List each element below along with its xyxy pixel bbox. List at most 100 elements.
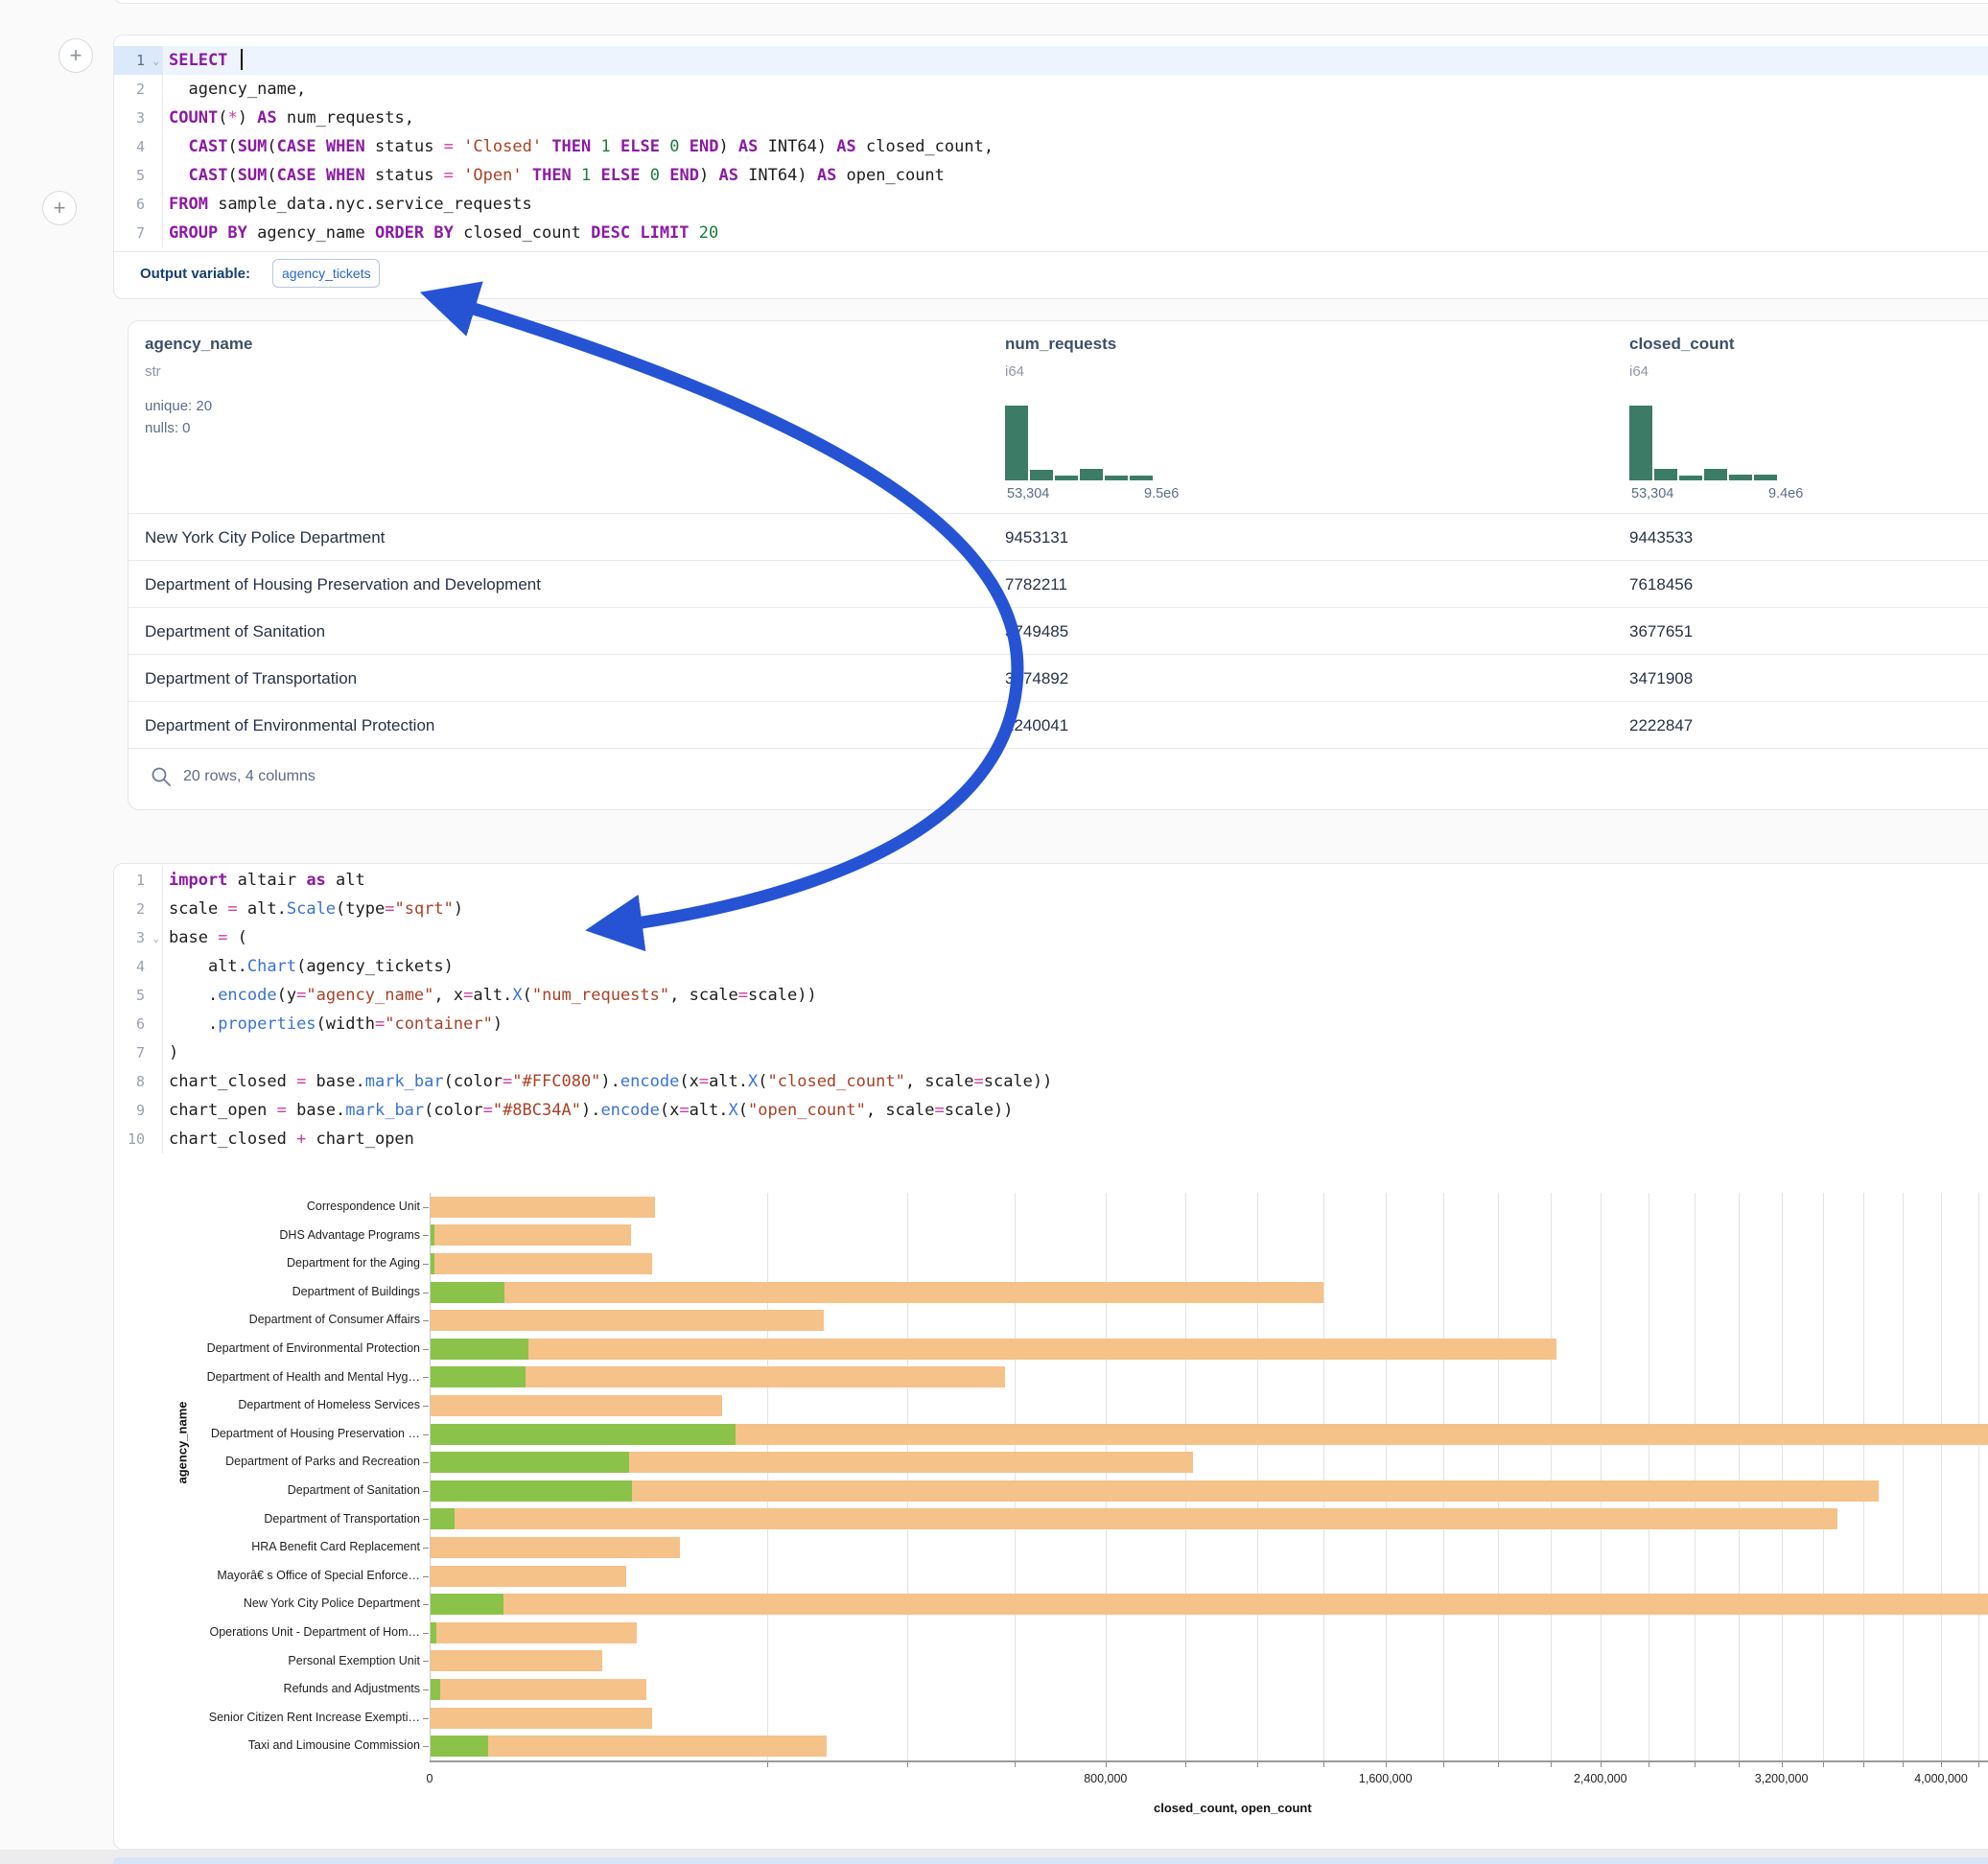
gridline [1443,1193,1444,1760]
code-line[interactable]: 3⌄base = ( [114,923,1988,952]
code-line[interactable]: 1import altair as alt [114,866,1988,895]
code-text: GROUP BY agency_name ORDER BY closed_cou… [169,219,718,247]
histogram-bar [1080,469,1103,480]
x-tick [1551,1761,1552,1767]
code-line[interactable]: 2 agency_name, [114,75,1988,104]
code-line[interactable]: 2scale = alt.Scale(type="sqrt") [114,895,1988,923]
y-tick [423,1633,429,1634]
x-tick [1498,1761,1499,1767]
bar-open-count [430,1452,629,1473]
line-number[interactable]: 4 [114,132,162,161]
x-tick-label: 4,000,000 [1883,1772,1988,1785]
code-line[interactable]: 5 .encode(y="agency_name", x=alt.X("num_… [114,981,1988,1010]
table-footer: 20 rows, 4 columns [129,748,1988,811]
y-axis-title: agency_name [175,1402,190,1484]
output-variable-label: Output variable: [140,266,250,282]
sql-code-editor[interactable]: 1⌄SELECT 2 agency_name,3COUNT(*) AS num_… [114,46,1988,247]
y-tick [423,1661,429,1662]
line-number[interactable]: 10 [114,1125,162,1153]
code-text: alt.Chart(agency_tickets) [169,952,454,981]
code-line[interactable]: 6FROM sample_data.nyc.service_requests [114,190,1988,219]
column-stat: nulls: 0 [145,420,191,436]
code-line[interactable]: 10chart_closed + chart_open [114,1125,1988,1153]
line-number[interactable]: 5 [114,981,162,1010]
sql-cell[interactable]: 1⌄SELECT 2 agency_name,3COUNT(*) AS num_… [113,35,1988,299]
line-number[interactable]: 7 [114,219,162,247]
bar-open-count [430,1736,488,1757]
add-cell-button-top[interactable]: + [58,38,93,73]
python-code-editor[interactable]: 1import altair as alt2scale = alt.Scale(… [114,866,1988,1153]
code-line[interactable]: 3COUNT(*) AS num_requests, [114,104,1988,132]
gridline [1601,1193,1602,1760]
line-number[interactable]: 3 [114,104,162,132]
code-line[interactable]: 9chart_open = base.mark_bar(color="#8BC3… [114,1096,1988,1125]
table-row[interactable]: New York City Police Department945313194… [129,513,1988,561]
code-line[interactable]: 4 CAST(SUM(CASE WHEN status = 'Closed' T… [114,132,1988,161]
column-header[interactable]: agency_name [145,335,252,354]
y-category-label: New York City Police Department [132,1590,420,1619]
line-number[interactable]: 2 [114,75,162,104]
histogram-bar [1055,476,1078,480]
fold-chevron-icon[interactable]: ⌄ [152,924,159,953]
line-number[interactable]: 4 [114,952,162,981]
bar-closed-count [430,1480,1879,1502]
code-line[interactable]: 6 .properties(width="container") [114,1010,1988,1038]
table-cell: 3677651 [1629,608,1693,655]
y-tick [423,1576,429,1577]
code-line[interactable]: 7GROUP BY agency_name ORDER BY closed_co… [114,219,1988,247]
column-header[interactable]: closed_count [1629,335,1735,354]
bar-closed-count [430,1253,652,1274]
line-number[interactable]: 8 [114,1067,162,1096]
column-header[interactable]: num_requests [1005,335,1116,354]
line-number[interactable]: 1 [114,866,162,895]
bar-closed-count [430,1310,824,1331]
gridline [1782,1193,1783,1760]
line-number[interactable]: 1⌄ [114,46,162,75]
add-cell-button-middle[interactable]: + [42,191,77,225]
histogram-bar [1629,406,1652,480]
code-line[interactable]: 5 CAST(SUM(CASE WHEN status = 'Open' THE… [114,161,1988,190]
fold-chevron-icon[interactable]: ⌄ [152,47,159,76]
table-row-count: 20 rows, 4 columns [183,768,316,785]
table-row[interactable]: Department of Sanitation37494853677651 [129,607,1988,655]
y-tick [423,1548,429,1549]
line-number[interactable]: 7 [114,1038,162,1067]
table-row[interactable]: Department of Environmental Protection22… [129,701,1988,749]
table-row[interactable]: Department of Housing Preservation and D… [129,560,1988,608]
search-icon[interactable] [150,765,173,788]
code-line[interactable]: 8chart_closed = base.mark_bar(color="#FF… [114,1067,1988,1096]
line-number[interactable]: 5 [114,161,162,190]
python-cell[interactable]: 1import altair as alt2scale = alt.Scale(… [113,863,1988,1850]
table-cell: 7782211 [1005,561,1067,608]
output-variable-pill[interactable]: agency_tickets [272,259,380,288]
y-axis-line [430,1193,431,1760]
y-tick [423,1235,429,1236]
table-cell: 2240041 [1005,702,1068,749]
bar-closed-count [430,1594,1988,1615]
gridline [1941,1193,1942,1760]
line-number[interactable]: 6 [114,190,162,219]
x-tick [1386,1761,1387,1767]
x-tick [1106,1761,1107,1767]
histogram-bar [1105,476,1128,480]
table-cell: 9453131 [1005,514,1068,561]
x-tick [1782,1761,1783,1767]
gutter-separator [162,46,163,247]
previous-cell-bottom-edge [113,0,1988,4]
column-type: str [145,363,161,380]
table-cell: 3749485 [1005,608,1068,655]
code-line[interactable]: 1⌄SELECT [114,46,1988,75]
line-number[interactable]: 6 [114,1010,162,1038]
bar-closed-count [430,1708,652,1729]
y-category-label: Correspondence Unit [132,1193,420,1222]
line-number[interactable]: 9 [114,1096,162,1125]
code-line[interactable]: 4 alt.Chart(agency_tickets) [114,952,1988,981]
table-row[interactable]: Department of Transportation377489234719… [129,654,1988,702]
line-number[interactable]: 3⌄ [114,923,162,952]
line-number[interactable]: 2 [114,895,162,923]
histogram-max-label: 9.5e6 [1144,486,1179,501]
bar-closed-count [430,1282,1323,1303]
x-tick [1601,1761,1602,1767]
code-line[interactable]: 7) [114,1038,1988,1067]
table-cell: 2222847 [1629,702,1693,749]
